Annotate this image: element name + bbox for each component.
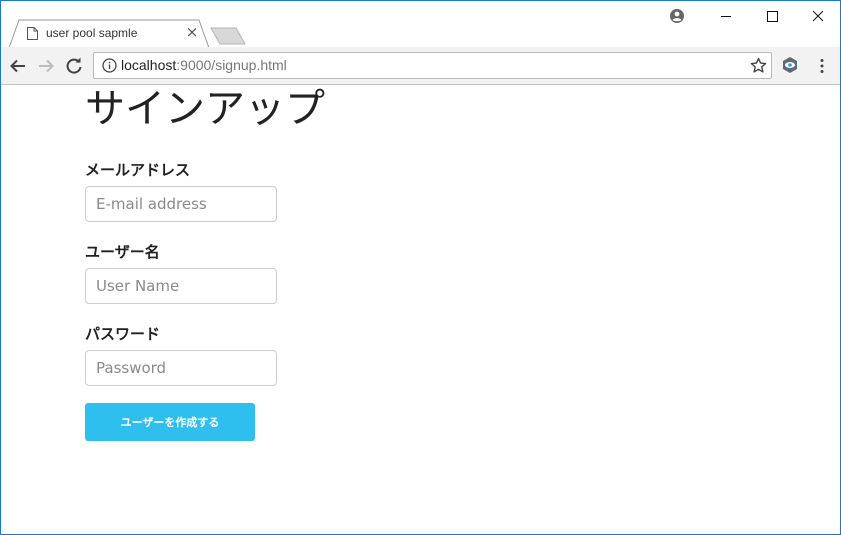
url-text[interactable]: localhost:9000/signup.html [121,57,287,73]
page-content: サインアップ メールアドレス ユーザー名 パスワード ユーザーを作成する [1,85,840,534]
new-tab-button[interactable] [209,26,247,46]
close-window-button[interactable] [795,2,841,30]
kebab-menu-icon[interactable] [816,57,828,75]
url-path: :9000/signup.html [176,57,287,73]
tab-close-icon[interactable]: × [185,24,199,40]
page-title: サインアップ [85,86,325,132]
browser-toolbar: localhost:9000/signup.html [1,47,840,85]
maximize-button[interactable] [749,2,795,30]
address-bar[interactable]: localhost:9000/signup.html [93,52,772,79]
tab-title: user pool sapmle [46,26,138,40]
username-label: ユーザー名 [85,243,160,261]
star-icon[interactable] [750,57,767,74]
password-field[interactable] [85,350,277,386]
browser-tab[interactable]: user pool sapmle × [9,19,209,48]
url-host: localhost [121,57,177,73]
page-icon [27,27,38,40]
arrow-back-icon[interactable] [8,56,28,76]
username-field[interactable] [85,268,277,304]
email-field[interactable] [85,186,277,222]
create-user-button[interactable]: ユーザーを作成する [85,403,255,441]
minimize-button[interactable] [703,2,749,30]
password-label: パスワード [85,325,161,343]
arrow-forward-icon[interactable] [36,56,56,76]
reload-icon[interactable] [64,56,84,76]
title-bar: user pool sapmle × [1,1,841,48]
email-label: メールアドレス [85,161,191,179]
account-circle-icon[interactable] [669,8,685,24]
info-icon[interactable] [102,58,117,73]
eye-extension-icon[interactable] [781,56,799,74]
